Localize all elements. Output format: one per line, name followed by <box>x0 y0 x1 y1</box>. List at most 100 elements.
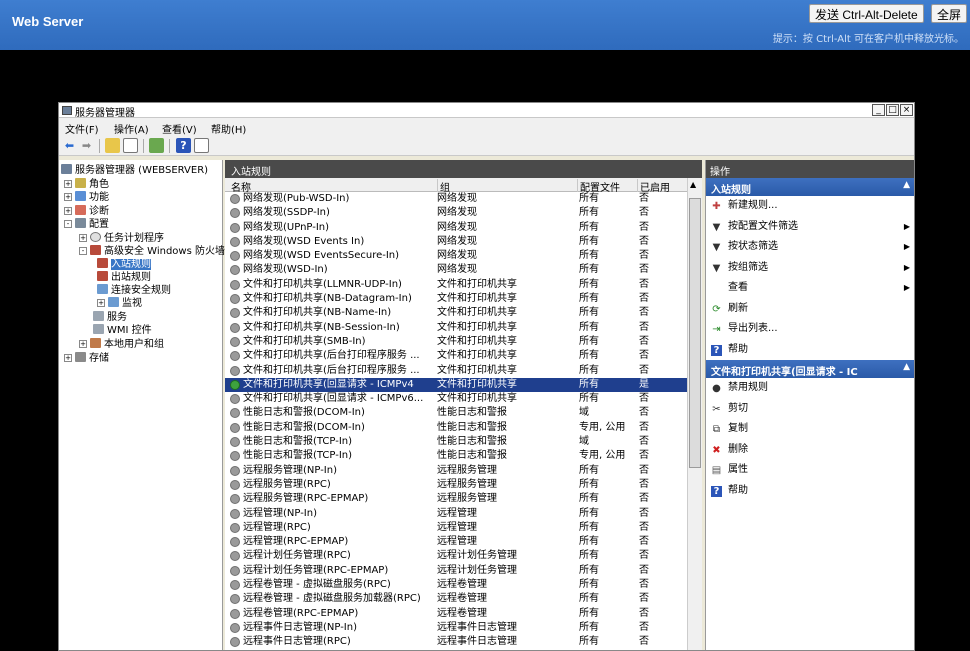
table-row[interactable]: 文件和打印机共享(后台打印程序服务 ... 文件和打印机共享 所有 否 <box>225 364 687 378</box>
table-row[interactable]: 性能日志和警报(TCP-In) 性能日志和警报 域 否 <box>225 435 687 449</box>
show-tree-icon[interactable] <box>123 138 138 153</box>
table-row[interactable]: 远程计划任务管理(RPC) 远程计划任务管理 所有 否 <box>225 549 687 563</box>
column-enabled[interactable]: 已启用 <box>637 179 685 194</box>
menu-action[interactable]: 操作(A) <box>114 121 149 136</box>
cell-name: 性能日志和警报(DCOM-In) <box>243 421 365 433</box>
tree-item-configuration[interactable]: - 配置 <box>64 218 109 231</box>
action-item[interactable]: ✖ 删除 <box>706 440 914 461</box>
action-item[interactable]: ✚ 新建规则... <box>706 196 914 217</box>
tree-item-storage[interactable]: + 存储 <box>64 352 109 365</box>
scroll-up-icon[interactable]: ▲ <box>690 180 696 189</box>
table-row[interactable]: 文件和打印机共享(NB-Datagram-In) 文件和打印机共享 所有 否 <box>225 292 687 306</box>
show-action-pane-icon[interactable] <box>194 138 209 153</box>
table-row[interactable]: 文件和打印机共享(LLMNR-UDP-In) 文件和打印机共享 所有 否 <box>225 278 687 292</box>
table-row[interactable]: 网络发现(WSD-In) 网络发现 所有 否 <box>225 263 687 277</box>
scroll-thumb[interactable] <box>689 198 701 468</box>
send-ctrl-alt-delete-button[interactable]: 发送 Ctrl-Alt-Delete <box>809 4 924 23</box>
collapse-chevron-icon[interactable]: ▲ <box>903 180 910 190</box>
tree-item-diagnostics[interactable]: + 诊断 <box>64 205 109 218</box>
collapse-icon[interactable]: - <box>79 247 87 255</box>
table-row[interactable]: 网络发现(WSD EventsSecure-In) 网络发现 所有 否 <box>225 249 687 263</box>
tree-item-task-scheduler[interactable]: + 任务计划程序 <box>79 232 164 245</box>
action-item[interactable]: ? 帮助 <box>706 340 914 361</box>
expand-icon[interactable]: + <box>64 207 72 215</box>
tree-item-connection-security[interactable]: 连接安全规则 <box>97 284 171 297</box>
table-row[interactable]: 网络发现(SSDP-In) 网络发现 所有 否 <box>225 206 687 220</box>
menu-view[interactable]: 查看(V) <box>162 121 197 136</box>
vm-screen[interactable]: 服务器管理器 _ □ × 文件(F) 操作(A) 查看(V) 帮助(H) ⬅ ➡… <box>0 50 970 651</box>
table-row[interactable]: 网络发现(WSD Events In) 网络发现 所有 否 <box>225 235 687 249</box>
action-item[interactable]: ⇥ 导出列表... <box>706 319 914 340</box>
table-row[interactable]: 文件和打印机共享(NB-Session-In) 文件和打印机共享 所有 否 <box>225 321 687 335</box>
actions-section-inbound[interactable]: 入站规则 ▲ <box>706 178 914 196</box>
table-row[interactable]: 性能日志和警报(DCOM-In) 性能日志和警报 专用, 公用 否 <box>225 421 687 435</box>
table-row[interactable]: 文件和打印机共享(后台打印程序服务 ... 文件和打印机共享 所有 否 <box>225 349 687 363</box>
expand-icon[interactable]: + <box>64 193 72 201</box>
action-item[interactable]: 查看 ▶ <box>706 278 914 299</box>
tree-item-server-manager[interactable]: 服务器管理器 (WEBSERVER) <box>61 164 208 177</box>
tree-item-features[interactable]: + 功能 <box>64 191 109 204</box>
table-row[interactable]: 远程服务管理(NP-In) 远程服务管理 所有 否 <box>225 464 687 478</box>
table-row[interactable]: 远程事件日志管理(RPC) 远程事件日志管理 所有 否 <box>225 635 687 649</box>
table-row[interactable]: 远程管理(RPC) 远程管理 所有 否 <box>225 521 687 535</box>
tree-item-wmi-control[interactable]: WMI 控件 <box>93 324 152 337</box>
table-row[interactable]: 远程卷管理(RPC-EPMAP) 远程卷管理 所有 否 <box>225 607 687 621</box>
collapse-chevron-icon[interactable]: ▲ <box>903 362 910 372</box>
up-folder-icon[interactable] <box>105 138 120 153</box>
window-titlebar[interactable]: 服务器管理器 _ □ × <box>59 103 914 119</box>
table-row[interactable]: 性能日志和警报(TCP-In) 性能日志和警报 专用, 公用 否 <box>225 449 687 463</box>
close-button[interactable]: × <box>900 104 913 116</box>
column-group[interactable]: 组 <box>437 179 577 194</box>
table-row[interactable]: 远程卷管理 - 虚拟磁盘服务(RPC) 远程卷管理 所有 否 <box>225 578 687 592</box>
tree-item-outbound-rules[interactable]: 出站规则 <box>97 271 151 284</box>
table-row[interactable]: 远程服务管理(RPC-EPMAP) 远程服务管理 所有 否 <box>225 492 687 506</box>
fullscreen-button[interactable]: 全屏 <box>931 4 968 23</box>
action-item[interactable]: ● 禁用规则 <box>706 378 914 399</box>
table-row[interactable]: 远程管理(RPC-EPMAP) 远程管理 所有 否 <box>225 535 687 549</box>
action-item[interactable]: ⟳ 刷新 <box>706 299 914 320</box>
tree-item-roles[interactable]: + 角色 <box>64 178 109 191</box>
minimize-button[interactable]: _ <box>872 104 885 116</box>
table-row[interactable]: 文件和打印机共享(NB-Name-In) 文件和打印机共享 所有 否 <box>225 306 687 320</box>
expand-icon[interactable]: + <box>64 180 72 188</box>
table-row[interactable]: 远程事件日志管理(NP-In) 远程事件日志管理 所有 否 <box>225 621 687 635</box>
table-row[interactable]: 远程管理(NP-In) 远程管理 所有 否 <box>225 507 687 521</box>
action-item[interactable]: ▼ 按配置文件筛选 ▶ <box>706 217 914 238</box>
menu-file[interactable]: 文件(F) <box>65 121 99 136</box>
action-item[interactable]: ⧉ 复制 <box>706 419 914 440</box>
action-item[interactable]: ▼ 按组筛选 ▶ <box>706 258 914 279</box>
table-row[interactable]: 文件和打印机共享(SMB-In) 文件和打印机共享 所有 否 <box>225 335 687 349</box>
back-arrow-icon[interactable]: ⬅ <box>62 138 77 153</box>
table-row[interactable]: 性能日志和警报(DCOM-In) 性能日志和警报 域 否 <box>225 406 687 420</box>
action-item[interactable]: ▼ 按状态筛选 ▶ <box>706 237 914 258</box>
collapse-icon[interactable]: - <box>64 220 72 228</box>
tree-item-firewall[interactable]: - 高级安全 Windows 防火墙 <box>79 245 225 258</box>
table-row[interactable]: 网络发现(UPnP-In) 网络发现 所有 否 <box>225 221 687 235</box>
table-row[interactable]: 文件和打印机共享(回显请求 - ICMPv4 文件和打印机共享 所有 是 <box>225 377 687 393</box>
actions-section-selected-rule[interactable]: 文件和打印机共享(回显请求 - IC ▲ <box>706 360 914 378</box>
tree-item-monitoring[interactable]: + 监视 <box>97 297 142 310</box>
tree-item-services[interactable]: 服务 <box>93 311 127 324</box>
expand-icon[interactable]: + <box>97 299 105 307</box>
table-row[interactable]: 远程卷管理 - 虚拟磁盘服务加载器(RPC) 远程卷管理 所有 否 <box>225 592 687 606</box>
table-row[interactable]: 网络发现(Pub-WSD-In) 网络发现 所有 否 <box>225 192 687 206</box>
table-row[interactable]: 远程计划任务管理(RPC-EPMAP) 远程计划任务管理 所有 否 <box>225 564 687 578</box>
menu-help[interactable]: 帮助(H) <box>211 121 246 136</box>
column-name[interactable]: 名称 <box>229 179 437 194</box>
action-item[interactable]: ? 帮助 <box>706 481 914 502</box>
column-profile[interactable]: 配置文件 <box>577 179 637 194</box>
action-item[interactable]: ✂ 剪切 <box>706 399 914 420</box>
expand-icon[interactable]: + <box>79 234 87 242</box>
action-item[interactable]: ▤ 属性 <box>706 460 914 481</box>
rules-scrollbar[interactable]: ▲ <box>687 178 702 650</box>
export-icon[interactable] <box>149 138 164 153</box>
restore-button[interactable]: □ <box>886 104 899 116</box>
table-row[interactable]: 文件和打印机共享(回显请求 - ICMPv6... 文件和打印机共享 所有 否 <box>225 392 687 406</box>
forward-arrow-icon[interactable]: ➡ <box>79 138 94 153</box>
expand-icon[interactable]: + <box>64 354 72 362</box>
table-row[interactable]: 远程服务管理(RPC) 远程服务管理 所有 否 <box>225 478 687 492</box>
help-icon[interactable]: ? <box>176 138 191 153</box>
tree-item-inbound-rules[interactable]: 入站规则 <box>97 258 151 271</box>
expand-icon[interactable]: + <box>79 340 87 348</box>
tree-item-local-users[interactable]: + 本地用户和组 <box>79 338 164 351</box>
